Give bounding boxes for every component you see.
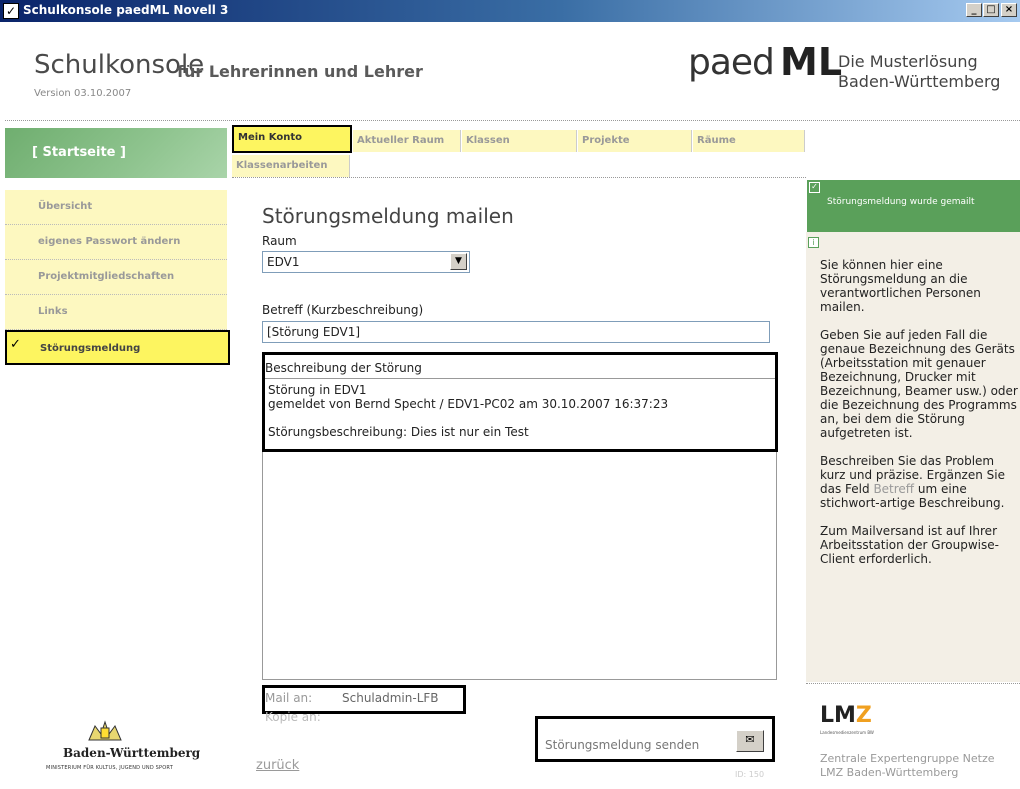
tab-mein-konto[interactable]: Mein Konto [232,125,352,153]
lmz-logo: LMZ [820,703,872,728]
nav-item-links[interactable]: Links [5,295,227,330]
info-icon: i [808,237,819,248]
tab-raeume[interactable]: Räume [693,130,805,152]
beschreibung-highlight [262,352,778,452]
info-paragraph-2: Geben Sie auf jeden Fall die genaue Beze… [820,328,1018,440]
kopie-label: Kopie an: [265,710,321,724]
betreff-link: Betreff [873,482,915,496]
paedml-logo-suffix: ML [780,40,843,84]
bw-crest-icon [88,720,122,741]
app-version: Version 03.10.2007 [34,88,132,99]
footer-expertengruppe: Zentrale Expertengruppe Netze [820,752,995,765]
lmz-logo-z: Z [855,703,872,728]
maximize-button[interactable]: □ [983,3,999,17]
nav-item-uebersicht[interactable]: Übersicht [5,190,227,225]
page-title: Störungsmeldung mailen [262,204,514,228]
close-button[interactable]: × [1001,3,1017,17]
startseite-link[interactable]: [ Startseite ] [5,128,227,178]
tab-aktueller-raum[interactable]: Aktueller Raum [353,130,461,152]
page-id: ID: 150 [735,770,765,779]
info-paragraph-1: Sie können hier eine Störungsmeldung an … [820,258,981,314]
active-check-icon: ✓ [10,337,21,352]
nav-item-projektmitgliedschaften[interactable]: Projektmitgliedschaften [5,260,227,295]
raum-select[interactable]: EDV1 [262,251,470,273]
window-title: Schulkonsole paedML Novell 3 [23,3,229,17]
info-paragraph-4: Zum Mailversand ist auf Ihrer Arbeitssta… [820,524,999,566]
header-divider [5,120,1020,121]
back-link[interactable]: zurück [256,758,299,773]
betreff-label: Betreff (Kurzbeschreibung) [262,303,424,317]
info-text: Sie können hier eine Störungsmeldung an … [820,258,1020,566]
nav-item-passwort[interactable]: eigenes Passwort ändern [5,225,227,260]
paedml-logo-prefix: paed [688,42,775,83]
tabs-divider [232,177,806,178]
footer-lmz: LMZ Baden-Württemberg [820,766,959,779]
app-check-icon: ✓ [3,3,19,19]
status-text: Störungsmeldung wurde gemailt [827,197,975,207]
raum-label: Raum [262,234,297,248]
tab-klassenarbeiten[interactable]: Klassenarbeiten [232,155,350,177]
minimize-button[interactable]: _ [966,3,982,17]
tab-klassen[interactable]: Klassen [462,130,577,152]
send-highlight [535,716,775,762]
right-divider [806,683,1020,684]
status-box: ✓ Störungsmeldung wurde gemailt [807,180,1020,232]
chevron-down-icon[interactable]: ▼ [450,253,467,270]
lmz-tagline: Landesmedienzentrum BW [820,730,874,735]
betreff-input[interactable]: [Störung EDV1] [262,321,770,343]
lmz-logo-lm: LM [820,703,856,728]
app-subtitle: für Lehrerinnen und Lehrer [177,62,423,81]
bw-ministry: MINISTERIUM FÜR KULTUS, JUGEND UND SPORT [46,765,173,771]
info-paragraph-3: Beschreiben Sie das Problem kurz und prä… [820,454,1020,510]
bw-state-name: Baden-Württemberg [63,746,201,760]
slogan-line1: Die Musterlösung [838,52,978,71]
check-icon: ✓ [809,182,820,193]
nav-item-stoerungsmeldung[interactable]: Störungsmeldung [5,330,230,365]
slogan-line2: Baden-Württemberg [838,72,1001,91]
tab-projekte[interactable]: Projekte [578,130,692,152]
